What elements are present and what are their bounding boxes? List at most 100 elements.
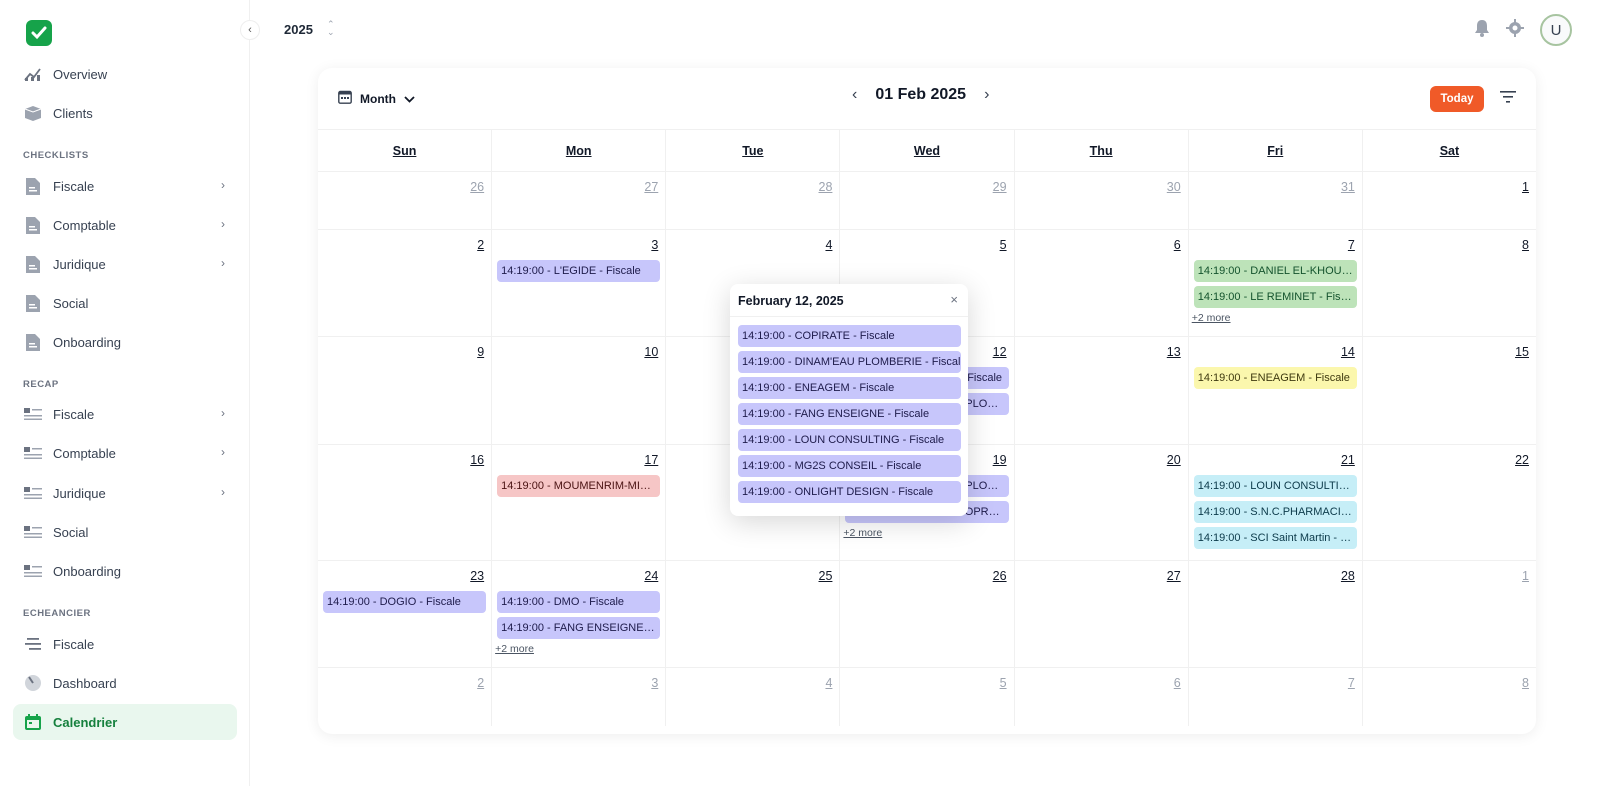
nav-recap-comptable[interactable]: Comptable › — [13, 435, 237, 471]
day-number[interactable]: 20 — [1167, 453, 1181, 467]
day-number[interactable]: 2 — [477, 676, 484, 690]
day-cell[interactable]: 23 14:19:00 - DOGIO - Fiscale — [318, 561, 493, 667]
calendar-event[interactable]: 14:19:00 - ENEAGEM - Fiscale — [1193, 367, 1357, 389]
day-number[interactable]: 22 — [1515, 453, 1529, 467]
day-number[interactable]: 27 — [644, 180, 658, 194]
day-cell[interactable]: 6 — [1015, 230, 1189, 336]
nav-checklist-juridique[interactable]: Juridique › — [13, 246, 237, 282]
day-cell[interactable]: 7 — [1189, 668, 1363, 726]
day-number[interactable]: 4 — [825, 676, 832, 690]
day-cell[interactable]: 26 — [840, 561, 1015, 667]
day-cell[interactable]: 27 — [492, 172, 667, 229]
day-number[interactable]: 6 — [1174, 238, 1181, 252]
day-number[interactable]: 8 — [1522, 238, 1529, 252]
day-cell[interactable]: 16 — [318, 445, 493, 560]
day-number[interactable]: 3 — [651, 676, 658, 690]
next-month-button[interactable]: › — [984, 86, 989, 104]
day-number[interactable]: 16 — [470, 453, 484, 467]
nav-recap-juridique[interactable]: Juridique › — [13, 475, 237, 511]
today-button[interactable]: Today — [1430, 86, 1484, 112]
day-cell[interactable]: 28 — [666, 172, 841, 229]
popover-event[interactable]: 14:19:00 - COPIRATE - Fiscale — [738, 325, 961, 347]
day-number[interactable]: 6 — [1174, 676, 1181, 690]
calendar-event[interactable]: 14:19:00 - SCI Saint Martin - Fiscale — [1193, 527, 1357, 549]
app-logo-icon[interactable] — [26, 20, 52, 46]
calendar-event[interactable]: 14:19:00 - DOGIO - Fiscale — [323, 591, 487, 613]
day-number[interactable]: 28 — [819, 180, 833, 194]
day-cell[interactable]: 31 — [1189, 172, 1363, 229]
day-cell[interactable]: 26 — [318, 172, 493, 229]
day-cell[interactable]: 28 — [1189, 561, 1363, 667]
day-cell[interactable]: 8 — [1363, 230, 1536, 336]
day-cell[interactable]: 17 14:19:00 - MOUMENRIM-MICHAUD - Fiscal… — [492, 445, 667, 560]
nav-clients[interactable]: Clients — [13, 95, 237, 131]
day-number[interactable]: 21 — [1341, 453, 1355, 467]
day-number[interactable]: 19 — [993, 453, 1007, 467]
view-selector[interactable]: Month — [338, 90, 415, 107]
popover-event[interactable]: 14:19:00 - ONLIGHT DESIGN - Fiscale — [738, 481, 961, 503]
day-cell[interactable]: 29 — [840, 172, 1015, 229]
nav-checklist-social[interactable]: Social — [13, 285, 237, 321]
day-number[interactable]: 3 — [651, 238, 658, 252]
bell-icon[interactable] — [1474, 19, 1490, 42]
day-number[interactable]: 27 — [1167, 569, 1181, 583]
day-number[interactable]: 30 — [1167, 180, 1181, 194]
sort-arrows-icon[interactable]: ⌃ ⌄ — [327, 20, 335, 37]
day-number[interactable]: 31 — [1341, 180, 1355, 194]
nav-checklist-onboarding[interactable]: Onboarding — [13, 324, 237, 360]
prev-month-button[interactable]: ‹ — [852, 86, 857, 104]
day-number[interactable]: 14 — [1341, 345, 1355, 359]
popover-event[interactable]: 14:19:00 - FANG ENSEIGNE - Fiscale — [738, 403, 961, 425]
day-cell[interactable]: 15 — [1363, 337, 1536, 444]
day-number[interactable]: 4 — [825, 238, 832, 252]
calendar-event[interactable]: 14:19:00 - LE REMINET - Fiscale — [1193, 286, 1357, 308]
day-cell[interactable]: 5 — [840, 668, 1015, 726]
day-cell[interactable]: 14 14:19:00 - ENEAGEM - Fiscale — [1189, 337, 1363, 444]
day-cell[interactable]: 13 — [1015, 337, 1189, 444]
day-number[interactable]: 5 — [1000, 676, 1007, 690]
calendar-event[interactable]: 14:19:00 - S.N.C.PHARMACIE - Fiscale — [1193, 501, 1357, 523]
day-number[interactable]: 13 — [1167, 345, 1181, 359]
day-cell[interactable]: 25 — [666, 561, 841, 667]
day-number[interactable]: 7 — [1348, 676, 1355, 690]
day-cell[interactable]: 22 — [1363, 445, 1536, 560]
filter-icon[interactable] — [1500, 90, 1520, 108]
user-avatar[interactable]: U — [1540, 14, 1572, 46]
day-cell[interactable]: 30 — [1015, 172, 1189, 229]
day-number[interactable]: 1 — [1522, 180, 1529, 194]
day-number[interactable]: 26 — [993, 569, 1007, 583]
day-cell[interactable]: 4 — [666, 668, 841, 726]
day-cell[interactable]: 2 — [318, 668, 493, 726]
gear-icon[interactable] — [1506, 18, 1524, 42]
popover-event[interactable]: 14:19:00 - LOUN CONSULTING - Fiscale — [738, 429, 961, 451]
day-number[interactable]: 29 — [993, 180, 1007, 194]
day-number[interactable]: 15 — [1515, 345, 1529, 359]
day-cell[interactable]: 2 — [318, 230, 493, 336]
calendar-event[interactable]: 14:19:00 - DANIEL EL-KHOURY - Fiscale — [1193, 260, 1357, 282]
nav-overview[interactable]: Overview — [13, 56, 237, 92]
day-number[interactable]: 1 — [1522, 569, 1529, 583]
nav-recap-social[interactable]: Social — [13, 514, 237, 550]
more-events-link[interactable]: +2 more — [1192, 312, 1231, 324]
day-number[interactable]: 28 — [1341, 569, 1355, 583]
day-cell[interactable]: 27 — [1015, 561, 1189, 667]
day-cell[interactable]: 7 14:19:00 - DANIEL EL-KHOURY - Fiscale … — [1189, 230, 1363, 336]
day-cell[interactable]: 10 — [492, 337, 667, 444]
calendar-event[interactable]: 14:19:00 - LOUN CONSULTING - Fiscale — [1193, 475, 1357, 497]
day-number[interactable]: 24 — [644, 569, 658, 583]
nav-checklist-fiscale[interactable]: Fiscale › — [13, 168, 237, 204]
popover-event[interactable]: 14:19:00 - DINAM'EAU PLOMBERIE - Fiscale — [738, 351, 961, 373]
day-cell[interactable]: 1 — [1363, 561, 1536, 667]
day-number[interactable]: 8 — [1522, 676, 1529, 690]
day-number[interactable]: 26 — [470, 180, 484, 194]
day-cell[interactable]: 20 — [1015, 445, 1189, 560]
popover-event[interactable]: 14:19:00 - ENEAGEM - Fiscale — [738, 377, 961, 399]
collapse-sidebar-button[interactable]: ‹ — [240, 20, 260, 40]
day-number[interactable]: 25 — [819, 569, 833, 583]
day-cell[interactable]: 9 — [318, 337, 493, 444]
nav-echeancier-calendrier[interactable]: Calendrier — [13, 704, 237, 740]
popover-event[interactable]: 14:19:00 - MG2S CONSEIL - Fiscale — [738, 455, 961, 477]
more-events-link[interactable]: +2 more — [495, 643, 534, 655]
nav-checklist-comptable[interactable]: Comptable › — [13, 207, 237, 243]
day-cell[interactable]: 8 — [1363, 668, 1536, 726]
